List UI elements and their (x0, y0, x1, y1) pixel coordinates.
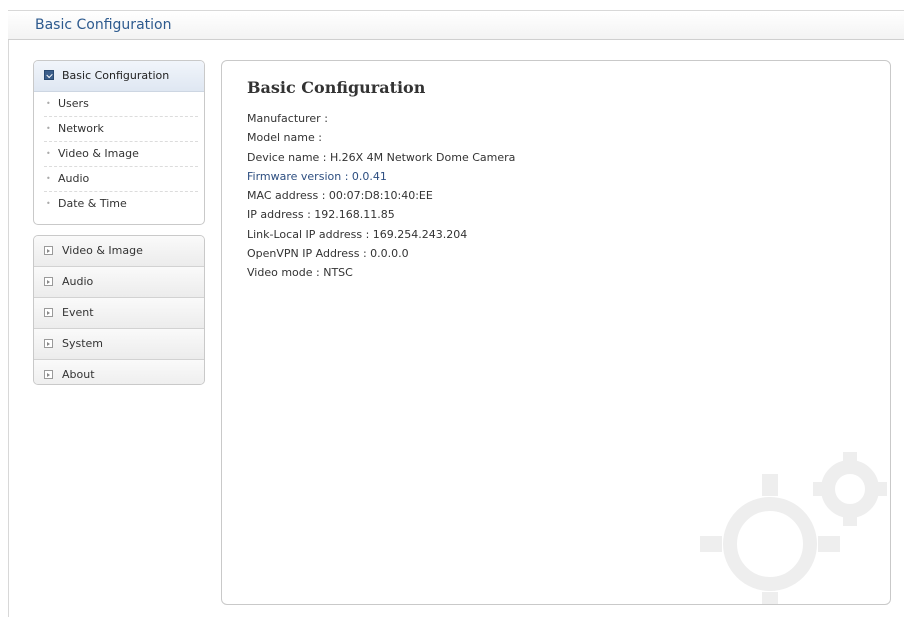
bullet-icon: • (46, 174, 51, 183)
sidebar-menu-label: System (62, 337, 104, 350)
content-panel: Basic Configuration Manufacturer : Model… (221, 60, 891, 605)
sidebar-item-label: Date & Time (58, 197, 127, 210)
firmware-version-link[interactable]: Firmware version : 0.0.41 (247, 167, 515, 186)
sidebar-item-label: Users (58, 97, 89, 110)
sidebar-item-date-time[interactable]: • Date & Time (44, 192, 198, 216)
expand-box-icon (44, 339, 53, 348)
sidebar-menu-system[interactable]: System (34, 329, 204, 360)
ip-address-info: IP address : 192.168.11.85 (247, 208, 395, 222)
sidebar-menu-audio[interactable]: Audio (34, 267, 204, 298)
sidebar-menu-label: Video & Image (62, 244, 143, 257)
expand-box-icon (44, 370, 53, 379)
expand-box-icon (44, 308, 53, 317)
bullet-icon: • (46, 199, 51, 208)
sidebar-menu-event[interactable]: Event (34, 298, 204, 329)
bullet-icon: • (46, 99, 51, 108)
top-bar: Basic Configuration (8, 10, 904, 40)
manufacturer-info: Manufacturer : (247, 112, 328, 125)
expand-box-icon (44, 246, 53, 255)
page-title: Basic Configuration (247, 78, 426, 97)
sidebar-item-label: Video & Image (58, 147, 139, 160)
checked-box-icon (44, 70, 54, 80)
sidebar-item-users[interactable]: • Users (44, 92, 198, 117)
sidebar-item-audio[interactable]: • Audio (44, 167, 198, 192)
video-mode-info: Video mode : NTSC (247, 266, 353, 280)
sidebar-menu-label: Audio (62, 275, 94, 288)
bullet-icon: • (46, 124, 51, 133)
sidebar-menu-label: Event (62, 306, 94, 319)
gear-watermark-icon (700, 452, 887, 604)
link-local-ip-info: Link-Local IP address : 169.254.243.204 (247, 227, 468, 241)
model-name-info: Model name : (247, 131, 322, 145)
sidebar-active-group: Basic Configuration • Users • Network • … (33, 60, 205, 225)
sidebar-menu-label: About (62, 368, 95, 381)
expand-box-icon (44, 277, 53, 286)
sidebar-menu: Video & Image Audio Event System About (33, 235, 205, 385)
sidebar-group-basic-configuration[interactable]: Basic Configuration (34, 61, 204, 92)
sidebar-item-video-image[interactable]: • Video & Image (44, 142, 198, 167)
sidebar-menu-about[interactable]: About (34, 360, 204, 384)
openvpn-ip-info: OpenVPN IP Address : 0.0.0.0 (247, 247, 409, 261)
sidebar-group-label: Basic Configuration (62, 69, 170, 82)
device-info-list: Manufacturer : Model name : Device name … (247, 109, 515, 283)
mac-address-info: MAC address : 00:07:D8:10:40:EE (247, 189, 433, 203)
device-name-info: Device name : H.26X 4M Network Dome Came… (247, 150, 516, 164)
page-header-title: Basic Configuration (35, 17, 172, 33)
sidebar-item-label: Network (58, 122, 104, 135)
bullet-icon: • (46, 149, 51, 158)
sidebar-item-network[interactable]: • Network (44, 117, 198, 142)
sidebar-item-label: Audio (58, 172, 90, 185)
sidebar-menu-video-image[interactable]: Video & Image (34, 236, 204, 267)
